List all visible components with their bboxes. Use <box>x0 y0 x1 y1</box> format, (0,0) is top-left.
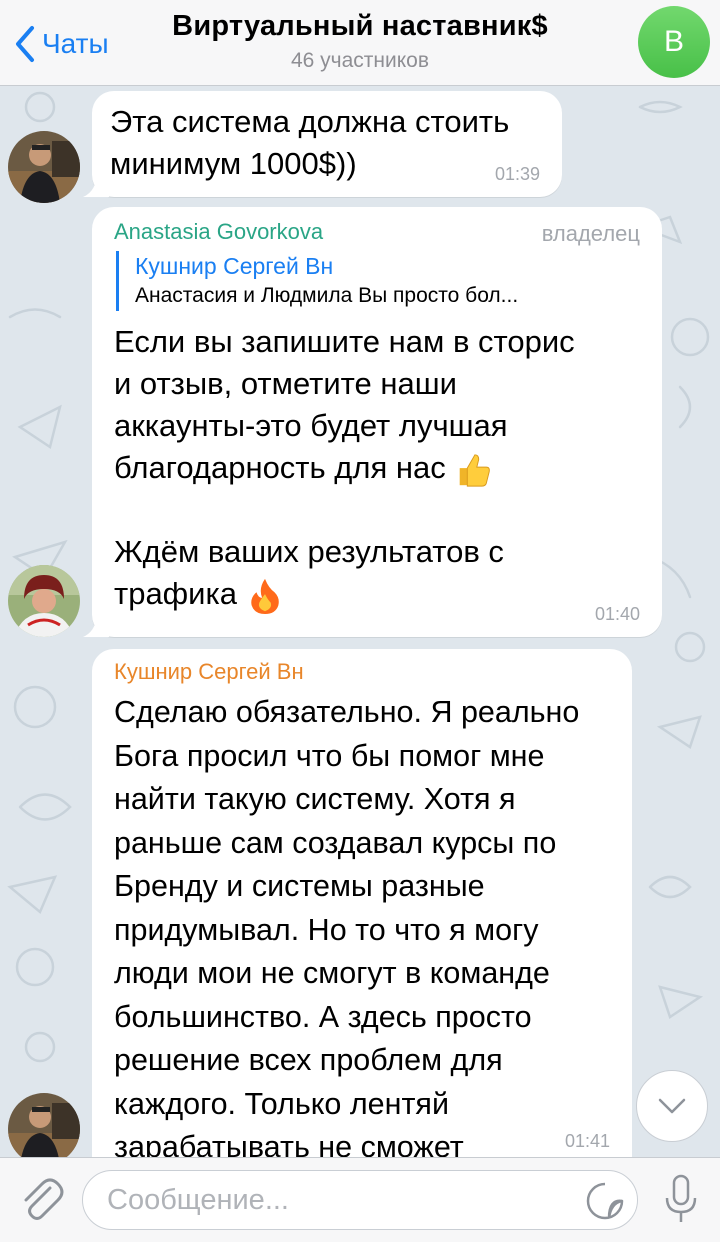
avatar-photo-icon <box>8 565 80 637</box>
group-avatar-letter: В <box>663 25 684 58</box>
reply-text: Анастасия и Людмила Вы просто бол... <box>135 284 519 307</box>
sender-name[interactable]: Кушнир Сергей Вн <box>114 659 616 685</box>
message-time: 01:41 <box>564 1131 610 1151</box>
scroll-down-button[interactable] <box>636 1070 708 1142</box>
reply-quote[interactable]: Кушнир Сергей Вн Анастасия и Людмила Вы … <box>116 251 640 311</box>
message-list[interactable]: Эта система должна стоить минимум 1000$)… <box>0 87 720 1157</box>
microphone-icon[interactable] <box>664 1174 698 1226</box>
back-label: Чаты <box>42 28 109 59</box>
chevron-left-icon <box>16 26 34 62</box>
message-bubble[interactable]: Эта система должна стоить минимум 1000$)… <box>83 91 562 197</box>
message-bubble[interactable]: Anastasia Govorkova Кушнир Сергей Вн Ана… <box>83 207 662 637</box>
bubble-tail <box>83 611 109 637</box>
group-avatar[interactable]: В <box>638 6 710 78</box>
avatar-photo-icon <box>8 1093 80 1157</box>
message-time: 01:39 <box>494 164 540 184</box>
avatar-kushnir[interactable] <box>8 1093 80 1157</box>
composer <box>0 1157 720 1242</box>
message-text-part: Если вы запишите нам в сторис и отзыв, о… <box>114 324 575 485</box>
message-bubble[interactable]: Кушнир Сергей Вн Сделаю обязательно. Я р… <box>92 649 632 1157</box>
message-text: Сделаю обязательно. Я реально Бога проси… <box>114 695 580 1157</box>
chevron-down-icon <box>658 1098 686 1114</box>
owner-badge: владелец <box>541 221 640 246</box>
paperclip-icon[interactable] <box>18 1174 64 1224</box>
sticker-icon[interactable] <box>585 1181 625 1221</box>
avatar-kushnir[interactable] <box>8 131 80 203</box>
chat-info[interactable]: Виртуальный наставник$ 46 участников <box>130 10 590 73</box>
bubble-tail <box>83 171 109 197</box>
message-input[interactable] <box>107 1179 577 1221</box>
message-text: Если вы запишите нам в сторис и отзыв, о… <box>114 321 640 489</box>
avatar-anastasia[interactable] <box>8 565 80 637</box>
fire-icon <box>250 578 279 614</box>
chat-header: Чаты Виртуальный наставник$ 46 участнико… <box>0 0 720 86</box>
message-text: Эта система должна стоить минимум 1000$)… <box>110 104 510 181</box>
message-field[interactable] <box>82 1170 638 1230</box>
message-text-part: Ждём ваших результатов с трафика <box>114 534 504 611</box>
message-text: Ждём ваших результатов с трафика <box>114 531 640 615</box>
back-button[interactable]: Чаты <box>14 22 109 66</box>
members-count: 46 участников <box>290 49 430 72</box>
chat-title: Виртуальный наставник$ <box>172 10 548 42</box>
message-time: 01:40 <box>594 604 640 624</box>
thumbs-up-icon <box>460 454 491 487</box>
avatar-photo-icon <box>8 131 80 203</box>
reply-author: Кушнир Сергей Вн <box>135 253 334 279</box>
